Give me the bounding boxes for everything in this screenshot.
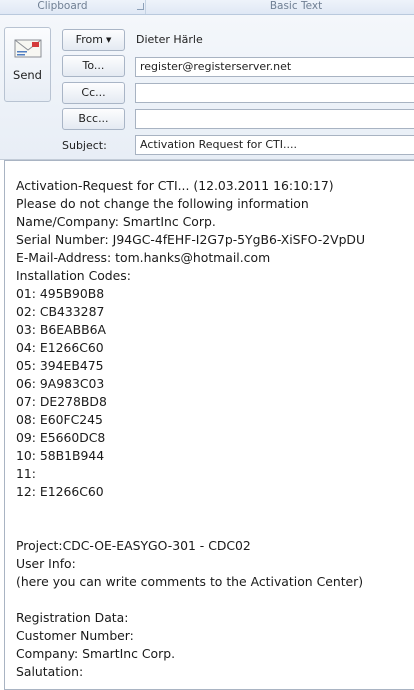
body-line: Name/Company: SmartInc Corp. — [16, 214, 216, 229]
message-body[interactable]: Activation-Request for CTI... (12.03.201… — [4, 160, 414, 690]
body-line: Company: SmartInc Corp. — [16, 646, 176, 661]
body-line: Customer Number: — [16, 628, 134, 643]
body-line: 12: E1266C60 — [16, 484, 104, 499]
from-button-label: From — [75, 33, 103, 46]
body-line: Installation Codes: — [16, 268, 131, 283]
body-line — [16, 519, 365, 537]
body-line: Salutation: — [16, 664, 84, 679]
to-button[interactable]: To... — [62, 55, 125, 77]
cc-button[interactable]: Cc... — [62, 82, 125, 104]
ribbon-group-labels: Clipboard Basic Text — [0, 0, 414, 15]
cc-field[interactable] — [135, 83, 414, 103]
chevron-down-icon: ▼ — [105, 36, 112, 44]
body-line: 02: CB433287 — [16, 304, 105, 319]
message-body-text: Activation-Request for CTI... (12.03.201… — [16, 177, 365, 681]
body-line — [16, 591, 365, 609]
body-line: User Info: — [16, 556, 76, 571]
clipboard-group: Clipboard — [0, 0, 146, 14]
body-line: 11: — [16, 466, 36, 481]
send-envelope-icon — [14, 39, 42, 58]
body-line: 03: B6EABB6A — [16, 322, 106, 337]
body-line: 01: 495B90B8 — [16, 286, 105, 301]
body-line: Registration Data: — [16, 610, 129, 625]
send-button[interactable]: Send — [4, 27, 51, 102]
body-line: E-Mail-Address: tom.hanks@hotmail.com — [16, 250, 271, 265]
body-line: Activation-Request for CTI... (12.03.201… — [16, 178, 334, 193]
body-line: 09: E5660DC8 — [16, 430, 106, 445]
body-line: Please do not change the following infor… — [16, 196, 309, 211]
body-line: 10: 58B1B944 — [16, 448, 105, 463]
basic-text-group-label: Basic Text — [269, 0, 323, 12]
body-line: 08: E60FC245 — [16, 412, 103, 427]
body-line: 07: DE278BD8 — [16, 394, 107, 409]
send-label: Send — [13, 68, 42, 82]
bcc-button[interactable]: Bcc... — [62, 108, 125, 130]
subject-label: Subject: — [62, 139, 107, 152]
basic-text-group: Basic Text — [146, 0, 414, 14]
body-line: 05: 394EB475 — [16, 358, 104, 373]
body-line: 06: 9A983C03 — [16, 376, 105, 391]
body-line: Project:CDC-OE-EASYGO-301 - CDC02 — [16, 538, 251, 553]
body-line: 04: E1266C60 — [16, 340, 104, 355]
clipboard-group-label: Clipboard — [37, 0, 88, 12]
to-field[interactable]: register@registerserver.net — [135, 57, 414, 77]
from-account-name: Dieter Härle — [136, 33, 203, 46]
message-header: Send From ▼ Dieter Härle To... register@r… — [0, 15, 414, 160]
from-button[interactable]: From ▼ — [62, 29, 125, 51]
body-line: Serial Number: J94GC-4fEHF-I2G7p-5YgB6-X… — [16, 232, 366, 247]
bcc-field[interactable] — [135, 109, 414, 129]
to-button-label: To... — [82, 59, 105, 72]
dialog-launcher-icon[interactable] — [137, 3, 144, 10]
body-line — [16, 501, 365, 519]
cc-button-label: Cc... — [81, 86, 106, 99]
body-line: (here you can write comments to the Acti… — [16, 574, 364, 589]
bcc-button-label: Bcc... — [78, 112, 109, 125]
subject-field[interactable]: Activation Request for CTI.... — [135, 135, 414, 155]
